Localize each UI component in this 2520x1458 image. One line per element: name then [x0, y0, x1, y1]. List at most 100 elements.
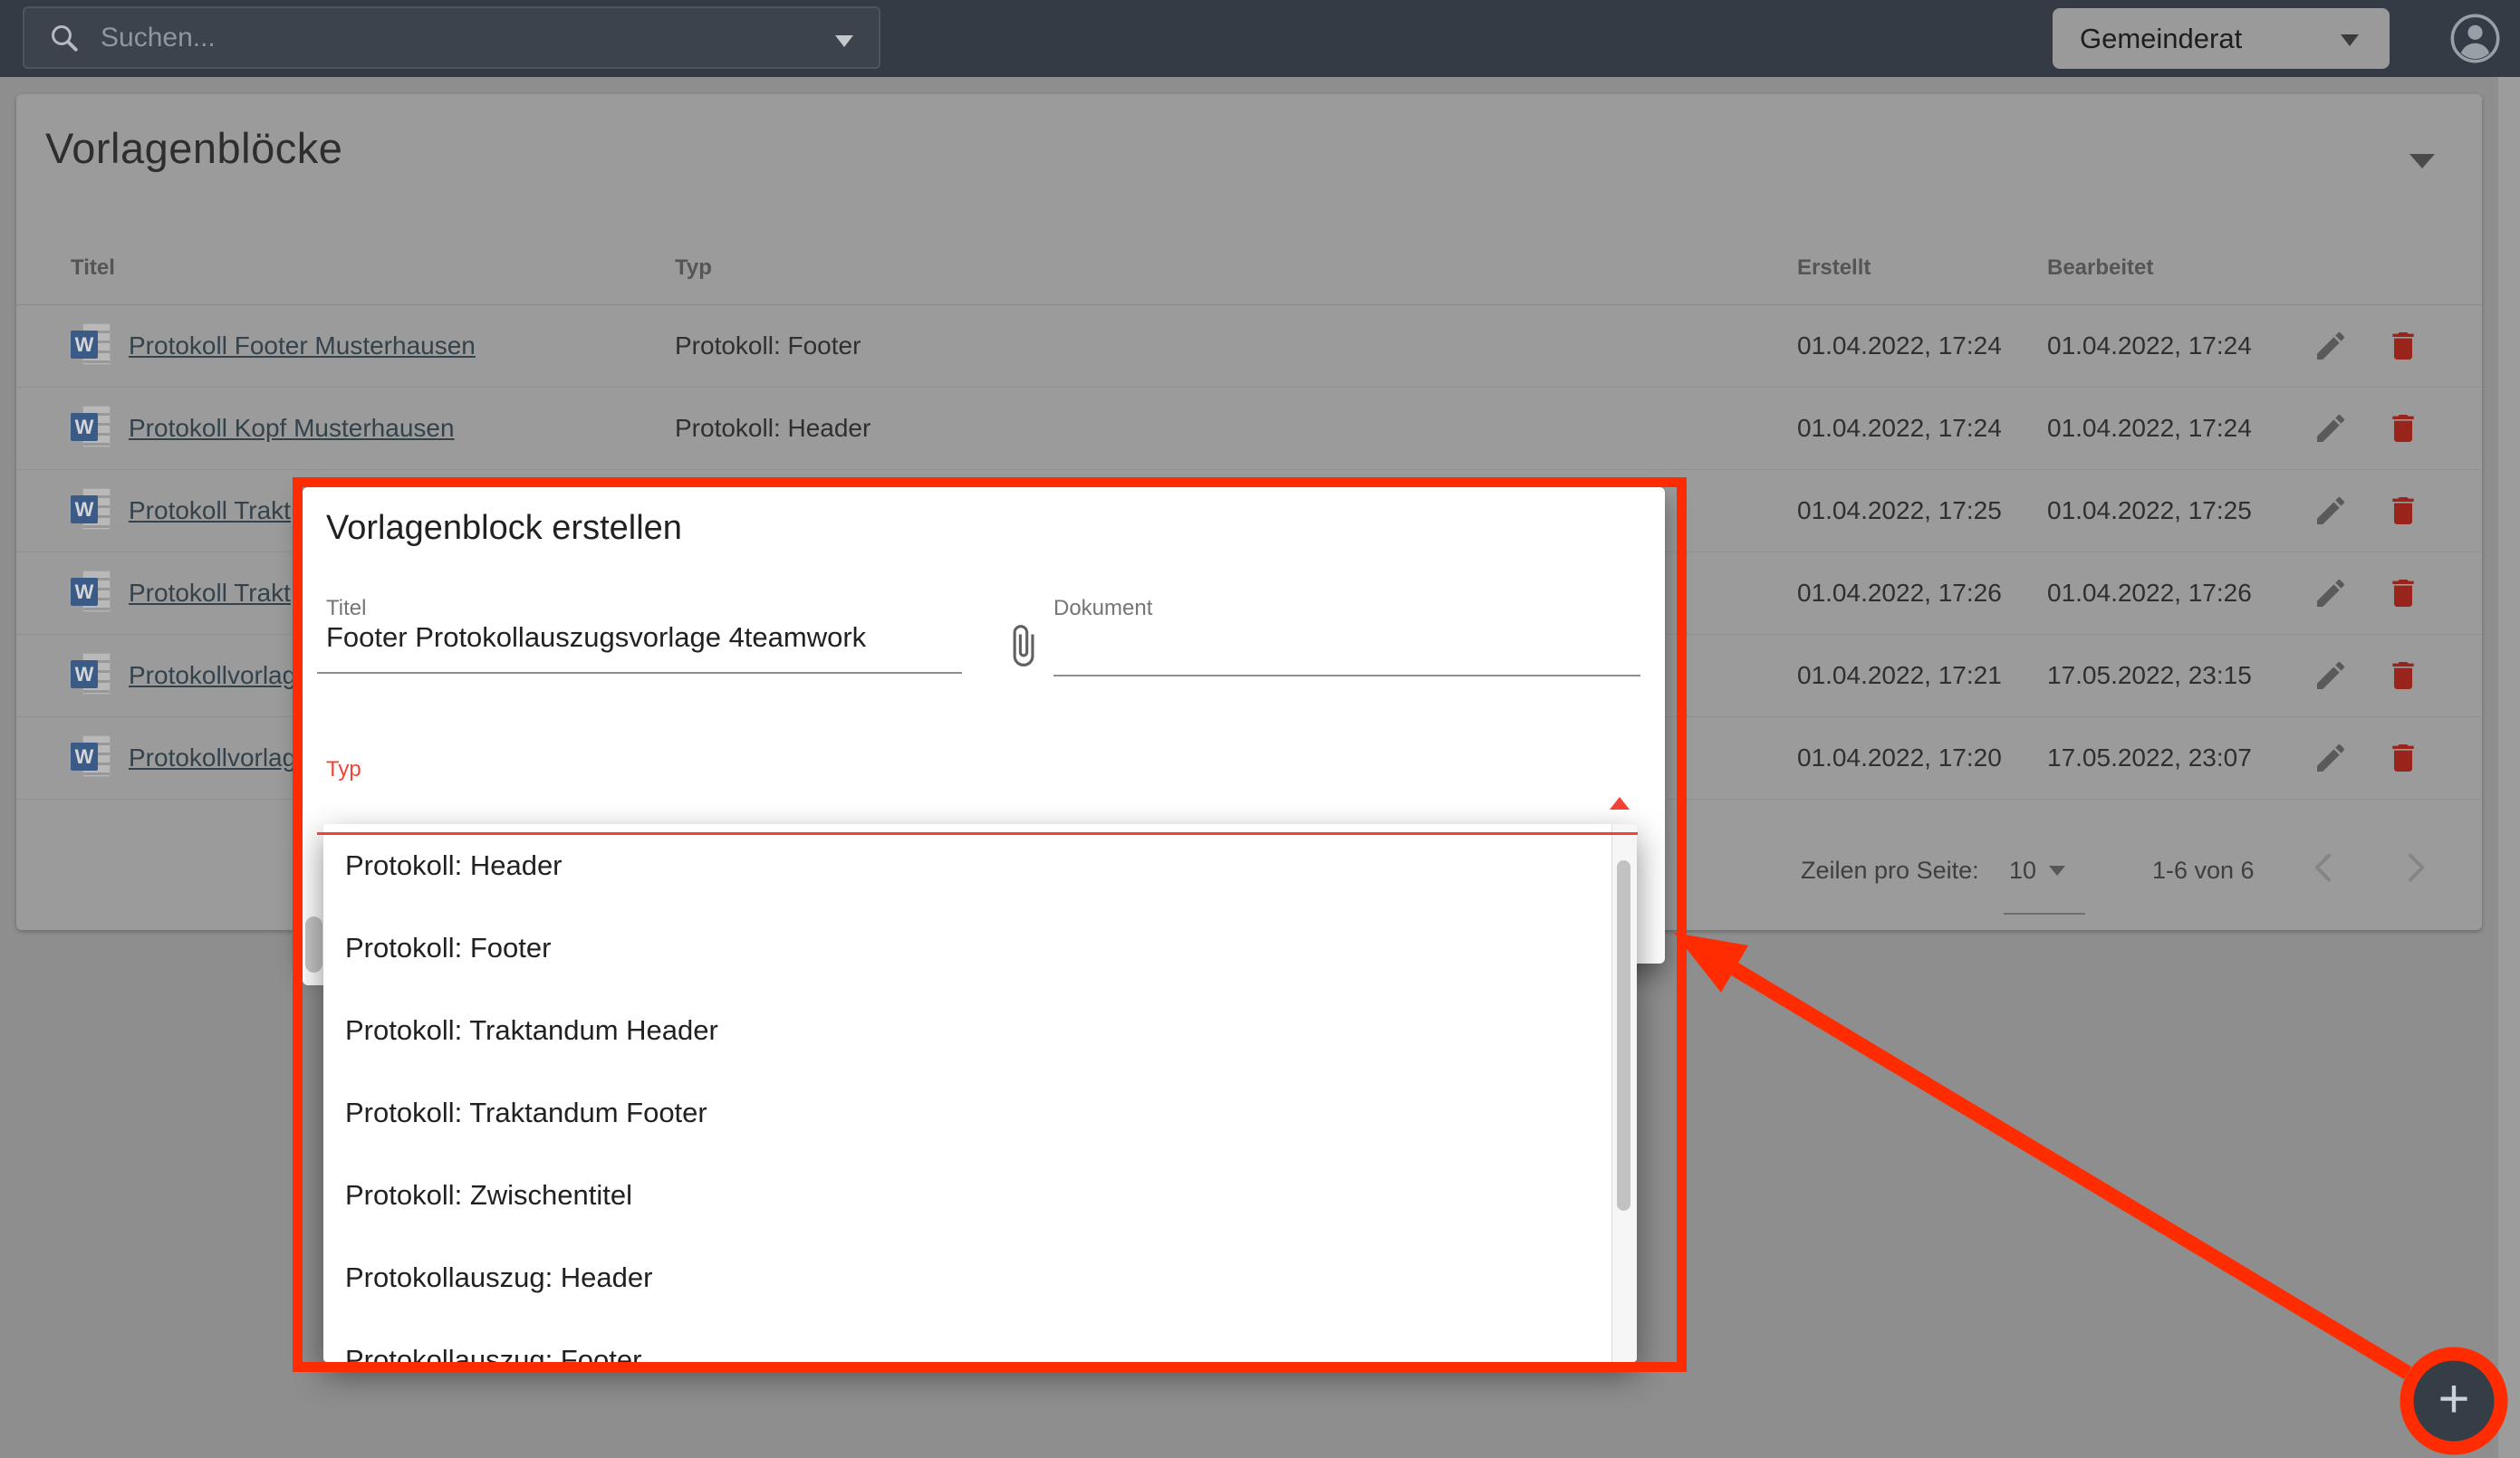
- pencil-icon: [2317, 415, 2344, 442]
- collapse-caret-icon[interactable]: [2409, 154, 2435, 168]
- row-edited: 01.04.2022, 17:24: [2047, 331, 2297, 360]
- titel-underline: [317, 672, 962, 674]
- screen: Suchen... Gemeinderat Vorlagenblöcke Tit…: [0, 0, 2520, 1458]
- menu-item[interactable]: Protokoll: Zwischentitel: [323, 1154, 1637, 1236]
- org-selector-label: Gemeinderat: [2080, 23, 2242, 55]
- trash-icon: [2392, 744, 2413, 772]
- menu-item[interactable]: Protokoll: Footer: [323, 906, 1637, 989]
- delete-button[interactable]: [2385, 410, 2421, 446]
- search-placeholder: Suchen...: [101, 23, 216, 53]
- delete-button[interactable]: [2385, 328, 2421, 364]
- pencil-icon: [2317, 744, 2344, 772]
- trash-icon: [2392, 580, 2413, 607]
- attach-icon[interactable]: [1000, 618, 1045, 674]
- table-row: W Protokoll Footer Musterhausen Protokol…: [16, 305, 2482, 388]
- menu-item[interactable]: Protokollauszug: Header: [323, 1236, 1637, 1319]
- rows-per-page-select[interactable]: 10: [2009, 857, 2036, 885]
- row-created: 01.04.2022, 17:24: [1797, 331, 2047, 360]
- table-header-row: Titel Typ Erstellt Bearbeitet: [16, 226, 2482, 305]
- row-typ: Protokoll: Footer: [675, 331, 1797, 360]
- dialog-title: Vorlagenblock erstellen: [326, 509, 682, 548]
- top-bar: Suchen... Gemeinderat: [0, 0, 2520, 77]
- menu-item[interactable]: Protokoll: Traktandum Header: [323, 989, 1637, 1071]
- typ-options-menu: Protokoll: Header Protokoll: Footer Prot…: [323, 824, 1637, 1362]
- row-created: 01.04.2022, 17:26: [1797, 579, 2047, 608]
- prev-page-button[interactable]: [2306, 849, 2342, 886]
- typ-underline: [317, 832, 1638, 835]
- annotation-arrow: [1735, 969, 2408, 1373]
- row-edited: 01.04.2022, 17:24: [2047, 414, 2297, 443]
- row-created: 01.04.2022, 17:20: [1797, 743, 2047, 772]
- row-title-link[interactable]: Protokollvorlag: [129, 661, 296, 690]
- column-header-erstellt: Erstellt: [1797, 255, 2047, 304]
- menu-item[interactable]: Protokoll: Traktandum Footer: [323, 1071, 1637, 1154]
- row-edited: 01.04.2022, 17:25: [2047, 496, 2297, 525]
- row-edited: 01.04.2022, 17:26: [2047, 579, 2297, 608]
- add-fab[interactable]: +: [2413, 1360, 2495, 1442]
- row-title-link[interactable]: Protokoll Kopf Musterhausen: [129, 414, 455, 443]
- rows-per-page-label: Zeilen pro Seite:: [1801, 857, 1979, 885]
- org-selector[interactable]: Gemeinderat: [2053, 8, 2390, 69]
- edit-button[interactable]: [2313, 575, 2349, 611]
- titel-label: Titel: [326, 596, 366, 621]
- titel-field[interactable]: [326, 621, 951, 654]
- rows-per-page-underline: [2004, 913, 2085, 915]
- person-icon: [2467, 25, 2482, 40]
- column-header-typ: Typ: [675, 255, 1797, 304]
- word-file-icon: W: [71, 653, 112, 698]
- pencil-icon: [2317, 332, 2344, 360]
- search-icon: [48, 22, 81, 54]
- delete-button[interactable]: [2385, 740, 2421, 776]
- menu-scrollbar-thumb[interactable]: [1617, 860, 1630, 1211]
- delete-button[interactable]: [2385, 493, 2421, 529]
- menu-item[interactable]: Protokoll: Header: [323, 824, 1637, 906]
- row-created: 01.04.2022, 17:24: [1797, 414, 2047, 443]
- row-created: 01.04.2022, 17:21: [1797, 661, 2047, 690]
- edit-button[interactable]: [2313, 410, 2349, 446]
- plus-icon: +: [2438, 1372, 2469, 1426]
- word-file-icon: W: [71, 735, 112, 781]
- delete-button[interactable]: [2385, 657, 2421, 694]
- edit-button[interactable]: [2313, 328, 2349, 364]
- edit-button[interactable]: [2313, 657, 2349, 694]
- chevron-down-icon[interactable]: [835, 35, 853, 47]
- user-avatar-button[interactable]: [2449, 13, 2501, 64]
- chevron-left-icon: [2317, 856, 2329, 880]
- search-input[interactable]: Suchen...: [23, 6, 880, 69]
- dialog-scrollbar-thumb[interactable]: [305, 916, 322, 973]
- chevron-down-icon: [2341, 34, 2359, 46]
- pencil-icon: [2317, 580, 2344, 607]
- next-page-button[interactable]: [2397, 849, 2433, 886]
- pencil-icon: [2317, 497, 2344, 524]
- edit-button[interactable]: [2313, 740, 2349, 776]
- delete-button[interactable]: [2385, 575, 2421, 611]
- page-scrollbar[interactable]: [2498, 77, 2520, 1458]
- trash-icon: [2392, 497, 2413, 524]
- row-typ: Protokoll: Header: [675, 414, 1797, 443]
- word-file-icon: W: [71, 488, 112, 533]
- trash-icon: [2392, 332, 2413, 360]
- row-title-link[interactable]: Protokoll Trakt: [129, 496, 291, 525]
- trash-icon: [2392, 662, 2413, 689]
- typ-label: Typ: [326, 757, 361, 782]
- dokument-label: Dokument: [1053, 596, 1152, 621]
- row-title-link[interactable]: Protokoll Trakt: [129, 579, 291, 608]
- word-file-icon: W: [71, 406, 112, 451]
- dokument-underline: [1053, 675, 1640, 676]
- row-created: 01.04.2022, 17:25: [1797, 496, 2047, 525]
- menu-scrollbar[interactable]: [1611, 824, 1637, 1362]
- pagination-range: 1-6 von 6: [2152, 857, 2255, 885]
- dokument-field[interactable]: [1053, 621, 1624, 654]
- edit-button[interactable]: [2313, 493, 2349, 529]
- row-title-link[interactable]: Protokollvorlag: [129, 743, 296, 772]
- chevron-down-icon[interactable]: [2049, 866, 2065, 876]
- row-title-link[interactable]: Protokoll Footer Musterhausen: [129, 331, 476, 360]
- row-edited: 17.05.2022, 23:15: [2047, 661, 2297, 690]
- chevron-right-icon: [2410, 856, 2422, 880]
- caret-up-icon[interactable]: [1610, 797, 1630, 810]
- dialog-scrollbar[interactable]: [303, 831, 325, 985]
- trash-icon: [2392, 415, 2413, 442]
- table-row: W Protokoll Kopf Musterhausen Protokoll:…: [16, 388, 2482, 470]
- pencil-icon: [2317, 662, 2344, 689]
- menu-item[interactable]: Protokollauszug: Footer: [323, 1319, 1637, 1362]
